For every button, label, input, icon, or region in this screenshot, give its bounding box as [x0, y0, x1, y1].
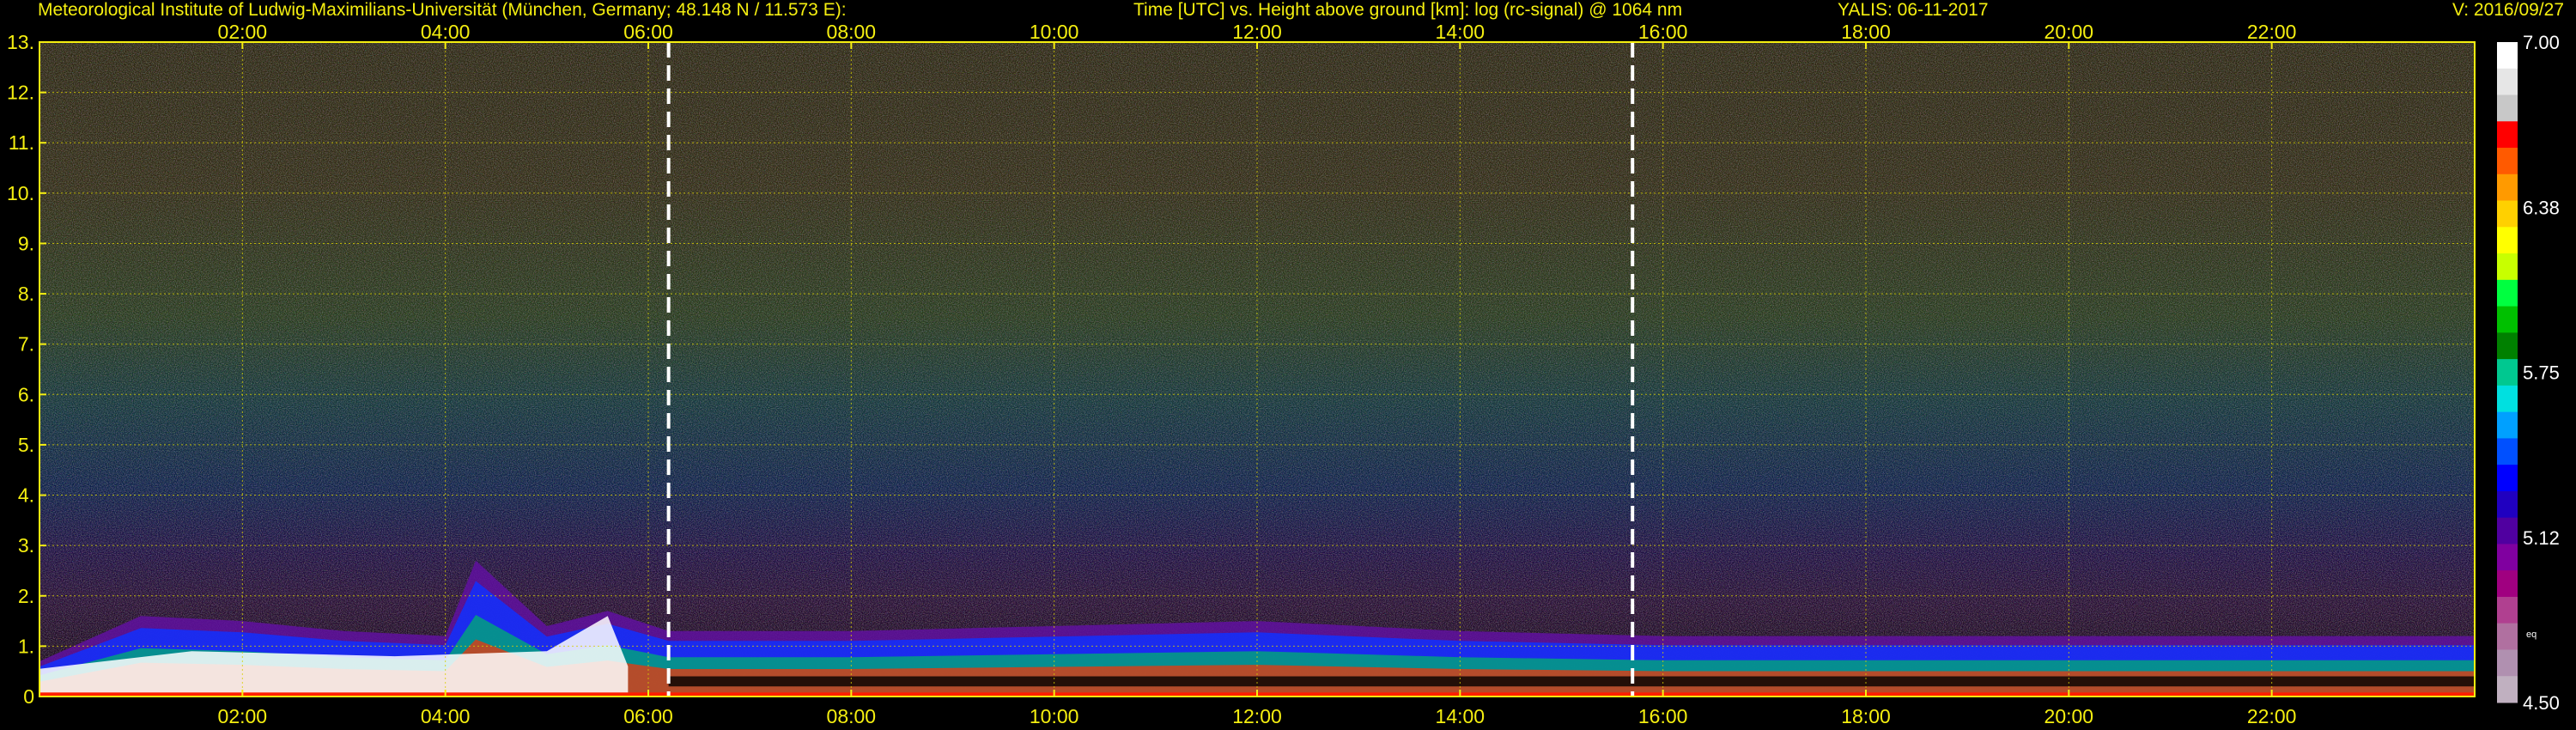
colorbar-label: 4.50 — [2523, 692, 2560, 714]
y-tick-label: 4. — [18, 484, 34, 507]
y-tick-label: 6. — [18, 383, 34, 405]
colorbar-segment — [2497, 676, 2518, 703]
y-tick-label: 11. — [9, 131, 34, 154]
x-tick-label-top: 18:00 — [1841, 21, 1891, 43]
x-tick-label-top: 12:00 — [1232, 21, 1282, 43]
colorbar: 7.00 6.38 5.75 5.12 4.50 eq — [2497, 32, 2560, 714]
colorbar-segment — [2497, 227, 2518, 254]
colorbar-segment — [2497, 544, 2518, 571]
x-tick-label-top: 20:00 — [2044, 21, 2094, 43]
colorbar-label: 5.75 — [2523, 362, 2560, 384]
y-tick-label: 5. — [18, 434, 34, 456]
colorbar-segment — [2497, 200, 2518, 228]
x-tick-label-bottom: 18:00 — [1841, 705, 1891, 727]
y-tick-label: 9. — [18, 232, 34, 254]
y-tick-label: 1. — [18, 635, 34, 657]
x-tick-label-top: 08:00 — [827, 21, 877, 43]
colorbar-segment — [2497, 279, 2518, 307]
colorbar-segment — [2497, 121, 2518, 149]
x-tick-label-bottom: 20:00 — [2044, 705, 2094, 727]
colorbar-segment — [2497, 385, 2518, 413]
x-tick-label-top: 10:00 — [1030, 21, 1079, 43]
colorbar-segment — [2497, 148, 2518, 175]
lidar-chart: 02:00 02:00 04:00 04:00 06:00 06:00 08:00 08:00… — [7, 21, 2560, 727]
x-tick-label-top: 06:00 — [623, 21, 673, 43]
x-tick-label-top: 16:00 — [1638, 21, 1688, 43]
x-tick-label-bottom: 22:00 — [2247, 705, 2297, 727]
y-tick-label: 10. — [7, 182, 34, 204]
colorbar-segment — [2497, 411, 2518, 439]
colorbar-segment — [2497, 490, 2518, 519]
x-tick-label-bottom: 12:00 — [1232, 705, 1282, 727]
y-tick-label: 13. — [7, 31, 34, 53]
colorbar-segment — [2497, 306, 2518, 333]
x-tick-label-bottom: 14:00 — [1436, 705, 1485, 727]
colorbar-segment — [2497, 570, 2518, 598]
y-tick-label: 3. — [18, 534, 34, 557]
colorbar-segment — [2497, 517, 2518, 544]
x-tick-label-bottom: 16:00 — [1638, 705, 1688, 727]
colorbar-segment — [2497, 332, 2518, 360]
colorbar-segment — [2497, 42, 2518, 70]
x-tick-label-bottom: 06:00 — [623, 705, 673, 727]
near-ground-band — [668, 676, 2476, 687]
colorbar-label: 7.00 — [2523, 32, 2560, 53]
x-tick-label-bottom: 08:00 — [827, 705, 877, 727]
y-tick-label: 8. — [18, 283, 34, 305]
x-tick-label-top: 14:00 — [1436, 21, 1485, 43]
colorbar-segment — [2497, 438, 2518, 465]
x-tick-label-bottom: 04:00 — [421, 705, 471, 727]
x-tick-label-top: 02:00 — [218, 21, 268, 43]
y-tick-label: 2. — [18, 585, 34, 607]
colorbar-segment — [2497, 68, 2518, 96]
x-tick-label-top: 04:00 — [421, 21, 471, 43]
colorbar-label: 6.38 — [2523, 197, 2560, 218]
colorbar-note: eq — [2526, 630, 2537, 640]
colorbar-segment — [2497, 623, 2518, 650]
x-tick-label-bottom: 02:00 — [218, 705, 268, 727]
colorbar-label: 5.12 — [2523, 527, 2560, 549]
y-tick-label: 12. — [7, 82, 34, 104]
colorbar-segment — [2497, 359, 2518, 386]
y-tick-label: 7. — [18, 333, 34, 356]
x-tick-label-bottom: 10:00 — [1030, 705, 1079, 727]
colorbar-segment — [2497, 465, 2518, 492]
x-tick-label-top: 22:00 — [2247, 21, 2297, 43]
colorbar-segment — [2497, 253, 2518, 281]
colorbar-segment — [2497, 649, 2518, 677]
colorbar-segment — [2497, 94, 2518, 122]
colorbar-segment — [2497, 173, 2518, 202]
y-tick-label: 0 — [23, 685, 34, 708]
colorbar-segment — [2497, 596, 2518, 624]
